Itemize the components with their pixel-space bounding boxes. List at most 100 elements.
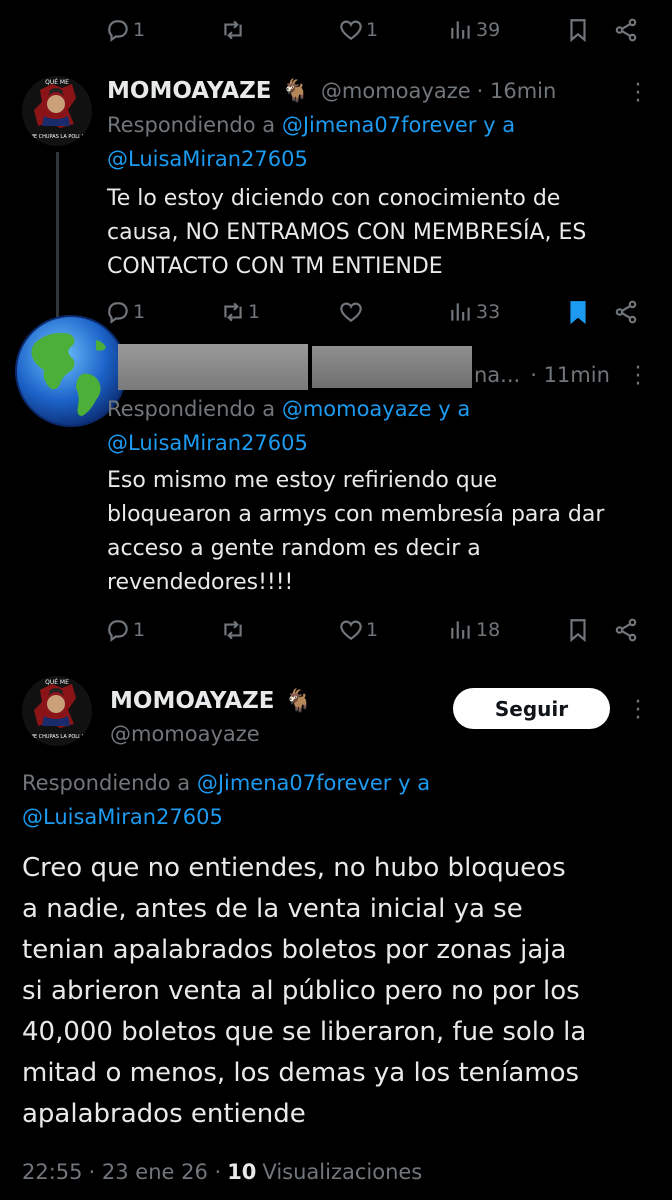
mention-link[interactable]: @Jimena07forever	[197, 771, 392, 795]
replying-to: Respondiendo a @Jimena07forever y a @Lui…	[107, 108, 647, 176]
avatar-bottom-text: ME CHUPAS LA POLLA	[30, 734, 85, 740]
top-action-bar: 1 1 39	[105, 10, 645, 50]
text-line: Eso mismo me estoy refiriendo que	[107, 468, 498, 493]
like-button[interactable]	[338, 292, 366, 332]
mention-link[interactable]: @LuisaMiran27605	[22, 805, 223, 829]
retweet-count: 1	[248, 301, 261, 323]
action-bar: 1 1 18	[105, 610, 645, 650]
tweet-meta: 22:55 · 23 ene 26 · 10 Visualizaciones	[22, 1154, 422, 1190]
share-button[interactable]	[613, 610, 639, 650]
post-time[interactable]: 22:55	[22, 1160, 83, 1184]
views-icon	[451, 303, 470, 321]
action-bar: 1 1 33	[105, 292, 645, 332]
text-line: apalabrados entiende	[22, 1099, 306, 1129]
tweet-text: Creo que no entiendes, no hubo bloqueos …	[22, 848, 662, 1135]
bookmark-button[interactable]	[565, 292, 591, 332]
tweet-text: Eso mismo me estoy refiriendo que bloque…	[107, 464, 652, 600]
replying-conj: y a	[398, 771, 431, 795]
text-line: mitad o menos, los demas ya los teníamos	[22, 1058, 580, 1088]
text-line: revendedores!!!!	[107, 570, 294, 595]
redacted-name-block	[118, 344, 308, 390]
replying-to: Respondiendo a @momoayaze y a @LuisaMira…	[107, 392, 647, 460]
heart-icon	[340, 20, 362, 40]
mention-link[interactable]: @LuisaMiran27605	[107, 147, 308, 171]
goat-emoji: 🐐	[281, 78, 309, 104]
like-button[interactable]: 1	[338, 10, 378, 50]
views-button[interactable]: 18	[448, 610, 500, 650]
views-label[interactable]: Visualizaciones	[262, 1160, 422, 1184]
avatar-top-text: QUÉ ME	[45, 78, 69, 86]
share-button[interactable]	[613, 10, 639, 50]
bookmark-button[interactable]	[565, 610, 591, 650]
avatar-bottom-text: ME CHUPAS LA POLLA	[30, 134, 85, 140]
text-line: acceso a gente random es decir a	[107, 536, 481, 561]
text-line: bloquearon a armys con membresía para da…	[107, 502, 605, 527]
views-count: 18	[476, 619, 501, 641]
more-options-icon[interactable]: · · ·	[633, 75, 643, 113]
display-name[interactable]: MOMOAYAZE	[110, 688, 275, 714]
views-number: 10	[227, 1160, 257, 1184]
username[interactable]: @momoayaze	[321, 79, 471, 103]
heart-icon	[340, 302, 362, 322]
views-button[interactable]: 33	[448, 292, 500, 332]
tweet-text: Te lo estoy diciendo con conocimiento de…	[107, 182, 652, 284]
username[interactable]: @momoayaze	[110, 718, 312, 750]
avatar[interactable]: QUÉ ME ME CHUPAS LA POLLA	[22, 76, 92, 146]
mention-link[interactable]: @LuisaMiran27605	[107, 431, 308, 455]
like-button[interactable]: 1	[338, 610, 378, 650]
retweet-icon	[224, 20, 242, 40]
text-line: CONTACTO CON TM ENTIENDE	[107, 254, 443, 279]
avatar[interactable]: QUÉ ME ME CHUPAS LA POLLA	[22, 676, 92, 746]
like-count: 1	[366, 619, 379, 641]
retweet-button[interactable]	[220, 10, 248, 50]
replying-prefix: Respondiendo a	[22, 771, 191, 795]
retweet-button[interactable]	[220, 610, 248, 650]
text-line: tenian apalabrados boletos por zonas jaj…	[22, 935, 567, 965]
avatar-image: QUÉ ME ME CHUPAS LA POLLA	[22, 76, 92, 146]
more-options-icon[interactable]: · · ·	[633, 692, 643, 730]
tweet-header: MOMOAYAZE 🐐 @momoayaze · 16min	[107, 74, 556, 108]
retweet-button[interactable]: 1	[220, 292, 260, 332]
reply-button[interactable]: 1	[105, 610, 145, 650]
bookmark-icon	[570, 619, 586, 643]
bookmark-button[interactable]	[565, 10, 591, 50]
reply-count: 1	[133, 301, 146, 323]
replying-prefix: Respondiendo a	[107, 113, 276, 137]
views-icon	[451, 621, 470, 639]
more-options-icon[interactable]: · · ·	[633, 358, 643, 396]
timestamp[interactable]: · 11min	[530, 363, 610, 387]
text-line: causa, NO ENTRAMOS CON MEMBRESÍA, ES	[107, 220, 587, 245]
share-button[interactable]	[613, 292, 639, 332]
views-count: 39	[476, 19, 501, 41]
follow-label: Seguir	[494, 696, 569, 721]
text-line: Creo que no entiendes, no hubo bloqueos	[22, 853, 566, 883]
author-block: MOMOAYAZE 🐐 @momoayaze	[110, 684, 312, 750]
follow-button[interactable]: Seguir	[453, 688, 610, 729]
replying-prefix: Respondiendo a	[107, 397, 276, 421]
replying-conj: y a	[438, 397, 471, 421]
avatar-top-text: QUÉ ME	[45, 678, 69, 686]
reply-button[interactable]: 1	[105, 10, 145, 50]
mention-link[interactable]: @Jimena07forever	[282, 113, 477, 137]
reply-button[interactable]: 1	[105, 292, 145, 332]
replying-to: Respondiendo a @Jimena07forever y a @Lui…	[22, 766, 642, 834]
text-line: a nadie, antes de la venta inicial ya se	[22, 894, 523, 924]
heart-icon	[340, 620, 362, 640]
retweet-icon	[224, 620, 242, 640]
goat-emoji: 🐐	[284, 688, 312, 714]
redacted-handle-block	[312, 346, 472, 388]
reply-icon	[108, 620, 128, 642]
bookmark-icon	[570, 19, 586, 43]
username-partial[interactable]: na...	[474, 363, 520, 387]
replying-conj: y a	[483, 113, 516, 137]
text-line: 40,000 boletos que se liberaron, fue sol…	[22, 1017, 587, 1047]
display-name[interactable]: MOMOAYAZE	[107, 78, 272, 104]
reply-count: 1	[133, 619, 146, 641]
timestamp[interactable]: · 16min	[477, 79, 557, 103]
views-count: 33	[476, 301, 501, 323]
post-date[interactable]: · 23 ene 26 ·	[89, 1160, 222, 1184]
bookmark-filled-icon	[570, 301, 586, 325]
tweet-header: na... · 11min	[474, 358, 610, 392]
mention-link[interactable]: @momoayaze	[282, 397, 432, 421]
views-button[interactable]: 39	[448, 10, 500, 50]
